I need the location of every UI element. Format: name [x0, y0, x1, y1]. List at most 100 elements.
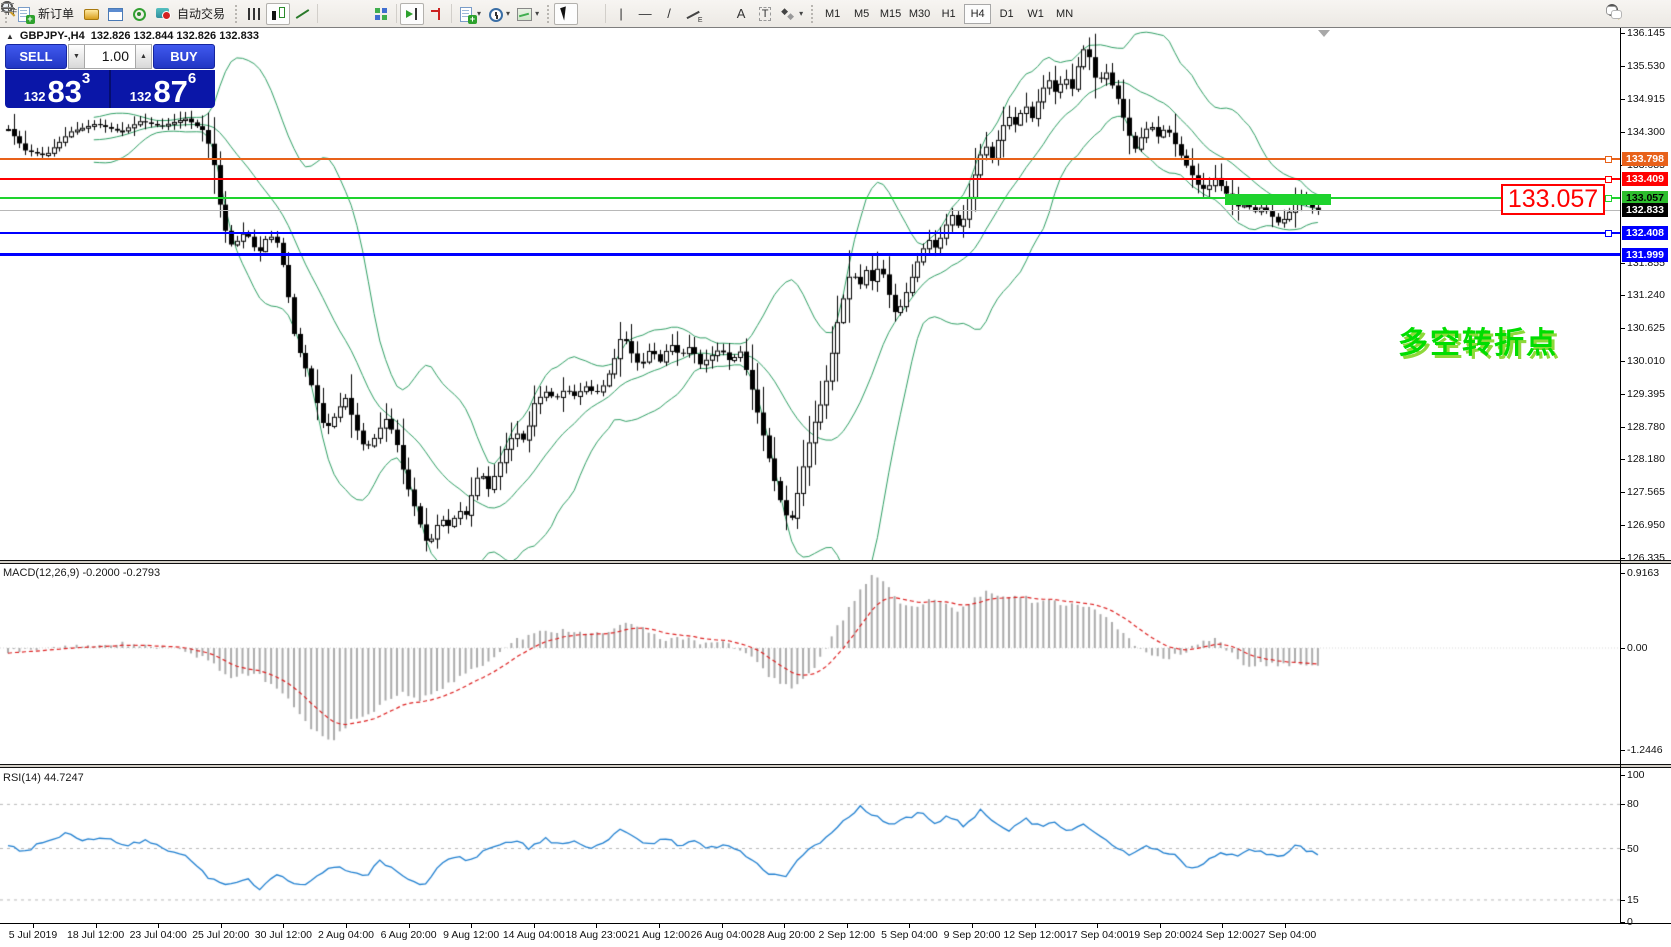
price-tick-label: 128.180 [1627, 453, 1665, 465]
price-callout-box[interactable]: 133.057 [1501, 184, 1605, 215]
toolbar-grip[interactable] [235, 5, 237, 23]
zoom-in-button[interactable]: + [321, 3, 345, 25]
channel-button[interactable] [681, 3, 705, 25]
tick-chart-button[interactable] [79, 3, 103, 25]
time-axis-label: 2 Aug 04:00 [318, 929, 374, 941]
timeframe-button-M15[interactable]: M15 [877, 4, 904, 24]
equidistant-channel-icon [685, 6, 702, 22]
rsi-pane-canvas[interactable] [0, 768, 1620, 923]
sell-price-display[interactable]: 132 83 3 [5, 70, 111, 108]
level-line-133.057[interactable] [0, 197, 1620, 199]
price-level-label: 132.833 [1622, 203, 1668, 217]
line-chart-button[interactable] [290, 3, 314, 25]
rsi-tick-label: 50 [1627, 843, 1639, 855]
time-tick-mark [283, 923, 284, 928]
text-icon: A [737, 6, 746, 21]
volume-decrease-button[interactable]: ▼ [68, 44, 85, 69]
level-line-132.833[interactable] [0, 210, 1620, 211]
level-line-132.408[interactable] [0, 232, 1620, 234]
templates-icon [516, 6, 533, 22]
tile-windows-button[interactable] [369, 3, 393, 25]
rsi-tick-label: 100 [1627, 769, 1645, 781]
level-line-handle[interactable] [1605, 230, 1612, 237]
autotrading-label[interactable]: 自动交易 [177, 5, 225, 22]
trendline-button[interactable]: / [657, 3, 681, 25]
time-tick-mark [158, 923, 159, 928]
price-tick-label: 126.950 [1627, 519, 1665, 531]
bar-chart-button[interactable] [242, 3, 266, 25]
new-window-icon [107, 6, 124, 22]
chat-button[interactable] [1639, 3, 1663, 25]
buy-price-display[interactable]: 132 87 6 [111, 70, 215, 108]
timeframe-button-M30[interactable]: M30 [906, 4, 933, 24]
sell-button[interactable]: SELL [5, 44, 67, 69]
time-axis-label: 25 Jul 20:00 [192, 929, 249, 941]
time-tick-mark [784, 923, 785, 928]
timeframe-button-H4[interactable]: H4 [964, 4, 991, 24]
templates-button[interactable]: ▾ [513, 3, 542, 25]
level-line-133.798[interactable] [0, 158, 1620, 160]
price-tick-label: 130.625 [1627, 322, 1665, 334]
price-tick-label: 135.530 [1627, 60, 1665, 72]
toolbar-grip[interactable] [811, 5, 813, 23]
time-axis-label: 5 Jul 2019 [9, 929, 57, 941]
crosshair-button[interactable] [578, 3, 602, 25]
time-axis-label: 2 Sep 12:00 [818, 929, 875, 941]
green-highlight-object[interactable] [1225, 194, 1331, 205]
signals-icon [131, 6, 148, 22]
timeframe-button-MN[interactable]: MN [1051, 4, 1078, 24]
rsi-title: RSI(14) 44.7247 [3, 772, 84, 784]
bar-chart-icon [246, 6, 263, 22]
arrows-button[interactable]: ▾ [777, 3, 806, 25]
rsi-tick-label: 15 [1627, 894, 1639, 906]
periods-clock-icon [487, 6, 504, 22]
cursor-button[interactable] [554, 3, 578, 25]
level-line-133.409[interactable] [0, 178, 1620, 180]
buy-button[interactable]: BUY [153, 44, 215, 69]
timeframe-button-M5[interactable]: M5 [848, 4, 875, 24]
timeframe-button-D1[interactable]: D1 [993, 4, 1020, 24]
new-window-button[interactable] [103, 3, 127, 25]
vertical-line-button[interactable]: | [609, 3, 633, 25]
signals-button[interactable] [127, 3, 151, 25]
periods-button[interactable]: ▾ [484, 3, 513, 25]
auto-scroll-button[interactable] [400, 3, 424, 25]
price-tick-mark [1620, 263, 1625, 264]
fibonacci-button[interactable] [705, 3, 729, 25]
volume-increase-button[interactable]: ▲ [135, 44, 152, 69]
price-tick-label: 134.300 [1627, 126, 1665, 138]
price-tick-mark [1620, 33, 1625, 34]
price-tick-label: 131.240 [1627, 289, 1665, 301]
text-label-button[interactable]: T [753, 3, 777, 25]
macd-pane-canvas[interactable] [0, 564, 1620, 764]
zoom-out-button[interactable]: - [345, 3, 369, 25]
time-axis-label: 18 Aug 23:00 [565, 929, 627, 941]
time-axis-label: 5 Sep 04:00 [881, 929, 938, 941]
time-tick-mark [33, 923, 34, 928]
rsi-tick-mark [1620, 804, 1625, 805]
buy-price-big: 87 [153, 79, 187, 104]
timeframe-button-W1[interactable]: W1 [1022, 4, 1049, 24]
autotrading-button[interactable] [151, 3, 175, 25]
timeframe-button-H1[interactable]: H1 [935, 4, 962, 24]
auto-scroll-icon [404, 6, 421, 22]
horizontal-line-button[interactable]: — [633, 3, 657, 25]
level-line-handle[interactable] [1605, 156, 1612, 163]
text-button[interactable]: A [729, 3, 753, 25]
cn-annotation-text[interactable]: 多空转折点 [1398, 318, 1558, 362]
chart-shift-button[interactable] [424, 3, 448, 25]
level-line-handle[interactable] [1605, 195, 1612, 202]
level-line-131.999[interactable] [0, 253, 1620, 256]
indicators-button[interactable]: +▾ [455, 3, 484, 25]
new-order-label[interactable]: 新订单 [38, 5, 74, 22]
time-tick-mark [1222, 923, 1223, 928]
volume-input[interactable]: 1.00 [85, 44, 135, 69]
sell-price-prefix: 132 [24, 90, 46, 104]
timeframe-button-M1[interactable]: M1 [819, 4, 846, 24]
toolbar-grip[interactable] [547, 5, 549, 23]
chart-shift-marker[interactable] [1318, 30, 1330, 37]
level-line-handle[interactable] [1605, 176, 1612, 183]
price-chart-canvas[interactable] [0, 28, 1620, 560]
time-axis-label: 9 Aug 12:00 [443, 929, 499, 941]
candlestick-chart-button[interactable] [266, 3, 290, 25]
